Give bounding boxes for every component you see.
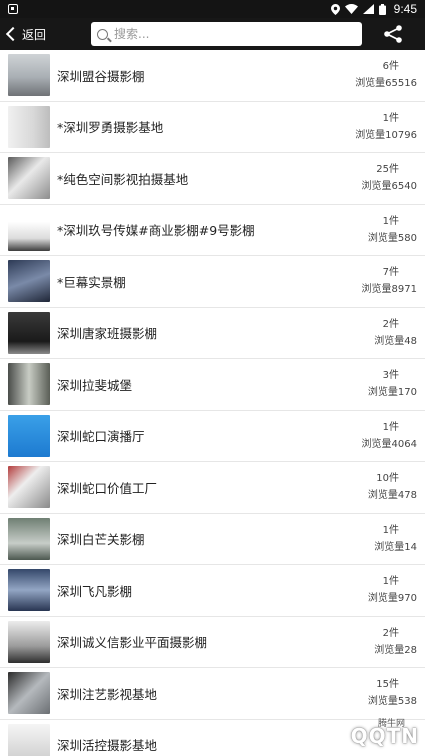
studio-meta: 6件 浏览量65516 bbox=[355, 58, 417, 92]
studio-title: 深圳拉斐城堡 bbox=[57, 377, 133, 393]
item-count: 15件 bbox=[376, 679, 399, 690]
list-item[interactable]: 深圳蛇口价值工厂 10件 浏览量478 bbox=[0, 462, 425, 514]
list-item[interactable]: *纯色空间影视拍摄基地 25件 浏览量6540 bbox=[0, 153, 425, 205]
item-count: 1件 bbox=[382, 576, 399, 587]
studio-meta: 25件 浏览量6540 bbox=[362, 161, 417, 195]
studio-title: *深圳罗勇摄影基地 bbox=[57, 120, 164, 136]
studio-meta: 3件 浏览量170 bbox=[368, 367, 417, 401]
list-item[interactable]: 深圳诚义信影业平面摄影棚 2件 浏览量28 bbox=[0, 617, 425, 668]
list-item[interactable]: *巨幕实景棚 7件 浏览量8971 bbox=[0, 256, 425, 308]
chevron-left-icon bbox=[5, 26, 21, 42]
view-count: 浏览量28 bbox=[374, 644, 417, 656]
studio-title: *巨幕实景棚 bbox=[57, 274, 126, 290]
item-count: 25件 bbox=[376, 164, 399, 175]
watermark-caption: 腾牛网 bbox=[377, 719, 405, 729]
studio-title: 深圳注艺影视基地 bbox=[57, 686, 158, 702]
view-count: 浏览量478 bbox=[367, 490, 417, 501]
watermark: 腾牛网 QQTN bbox=[249, 716, 419, 756]
view-count: 浏览量580 bbox=[367, 232, 417, 244]
view-count: 浏览量4064 bbox=[361, 438, 417, 450]
studio-meta: 10件 浏览量478 bbox=[368, 470, 417, 504]
studio-title: *深圳玖号传媒#商业影棚#9号影棚 bbox=[57, 223, 255, 239]
studio-title: 深圳白芒关影棚 bbox=[57, 532, 145, 548]
studio-thumbnail bbox=[8, 466, 50, 509]
studio-title: 深圳盟谷摄影棚 bbox=[57, 68, 145, 84]
list-item[interactable]: 深圳蛇口演播厅 1件 浏览量4064 bbox=[0, 411, 425, 462]
studio-thumbnail bbox=[8, 672, 50, 715]
studio-thumbnail bbox=[8, 363, 50, 406]
back-label: 返回 bbox=[22, 27, 47, 42]
item-count: 3件 bbox=[382, 370, 399, 381]
list-item[interactable]: *深圳罗勇摄影基地 1件 浏览量10796 bbox=[0, 102, 425, 153]
view-count: 浏览量48 bbox=[374, 335, 417, 347]
item-count: 1件 bbox=[382, 524, 399, 536]
item-count: 2件 bbox=[382, 627, 399, 639]
item-count: 2件 bbox=[382, 318, 399, 330]
list-item[interactable]: 深圳盟谷摄影棚 6件 浏览量65516 bbox=[0, 50, 425, 102]
back-button[interactable]: 返回 bbox=[0, 18, 82, 50]
notification-icon bbox=[8, 4, 18, 14]
studio-meta: 2件 浏览量28 bbox=[374, 625, 417, 659]
studio-list: 深圳盟谷摄影棚 6件 浏览量65516 *深圳罗勇摄影基地 1件 浏览量1079… bbox=[0, 50, 425, 756]
studio-thumbnail bbox=[8, 311, 50, 354]
item-count: 6件 bbox=[382, 61, 399, 72]
studio-meta: 7件 浏览量8971 bbox=[362, 264, 417, 298]
search-icon bbox=[97, 28, 108, 40]
studio-meta: 1件 浏览量4064 bbox=[362, 419, 417, 453]
studio-thumbnail bbox=[8, 105, 50, 148]
list-item[interactable]: 深圳唐家班摄影棚 2件 浏览量48 bbox=[0, 308, 425, 359]
status-icons: 9:45 bbox=[330, 2, 417, 16]
studio-meta: 2件 浏览量48 bbox=[374, 316, 417, 350]
location-icon bbox=[330, 3, 340, 15]
studio-thumbnail bbox=[8, 517, 50, 560]
search-box[interactable] bbox=[91, 22, 362, 46]
signal-icon bbox=[362, 4, 374, 14]
list-item[interactable]: 深圳飞凡影棚 1件 浏览量970 bbox=[0, 565, 425, 617]
top-bar: 返回 bbox=[0, 18, 425, 50]
studio-title: 深圳唐家班摄影棚 bbox=[57, 326, 158, 342]
view-count: 浏览量65516 bbox=[355, 78, 417, 89]
wifi-icon bbox=[344, 4, 358, 14]
clock: 9:45 bbox=[393, 2, 417, 16]
studio-meta: 15件 浏览量538 bbox=[368, 676, 417, 710]
studio-title: *纯色空间影视拍摄基地 bbox=[57, 171, 189, 187]
studio-thumbnail bbox=[8, 208, 50, 251]
studio-title: 深圳蛇口演播厅 bbox=[57, 429, 145, 445]
studio-thumbnail bbox=[8, 723, 50, 756]
studio-thumbnail bbox=[8, 569, 50, 612]
studio-title: 深圳诚义信影业平面摄影棚 bbox=[57, 635, 208, 651]
studio-title: 深圳飞凡影棚 bbox=[57, 583, 133, 599]
item-count: 1件 bbox=[382, 112, 399, 124]
list-item[interactable]: 深圳注艺影视基地 15件 浏览量538 bbox=[0, 668, 425, 720]
studio-meta: 1件 浏览量970 bbox=[368, 573, 417, 607]
item-count: 1件 bbox=[382, 215, 399, 227]
studio-thumbnail bbox=[8, 54, 50, 97]
studio-meta: 1件 浏览量10796 bbox=[355, 110, 417, 144]
share-icon[interactable] bbox=[383, 25, 403, 43]
studio-title: 深圳活控摄影基地 bbox=[57, 738, 158, 754]
list-item[interactable]: 深圳白芒关影棚 1件 浏览量14 bbox=[0, 514, 425, 565]
list-item[interactable]: *深圳玖号传媒#商业影棚#9号影棚 1件 浏览量580 bbox=[0, 205, 425, 256]
studio-thumbnail bbox=[8, 620, 50, 663]
item-count: 7件 bbox=[382, 267, 399, 278]
view-count: 浏览量538 bbox=[367, 696, 417, 707]
view-count: 浏览量170 bbox=[367, 387, 417, 398]
view-count: 浏览量14 bbox=[374, 541, 417, 553]
battery-icon bbox=[378, 3, 386, 15]
status-bar: 9:45 bbox=[0, 0, 425, 18]
studio-title: 深圳蛇口价值工厂 bbox=[57, 480, 158, 496]
item-count: 1件 bbox=[382, 421, 399, 433]
studio-meta: 1件 浏览量580 bbox=[368, 213, 417, 247]
item-count: 10件 bbox=[376, 473, 399, 484]
view-count: 浏览量8971 bbox=[361, 284, 417, 295]
view-count: 浏览量6540 bbox=[361, 181, 417, 192]
search-input[interactable] bbox=[114, 27, 334, 41]
studio-thumbnail bbox=[8, 260, 50, 303]
studio-meta: 1件 浏览量14 bbox=[374, 522, 417, 556]
studio-thumbnail bbox=[8, 414, 50, 457]
view-count: 浏览量970 bbox=[367, 593, 417, 604]
list-item[interactable]: 深圳拉斐城堡 3件 浏览量170 bbox=[0, 359, 425, 411]
view-count: 浏览量10796 bbox=[355, 129, 417, 141]
studio-thumbnail bbox=[8, 157, 50, 200]
